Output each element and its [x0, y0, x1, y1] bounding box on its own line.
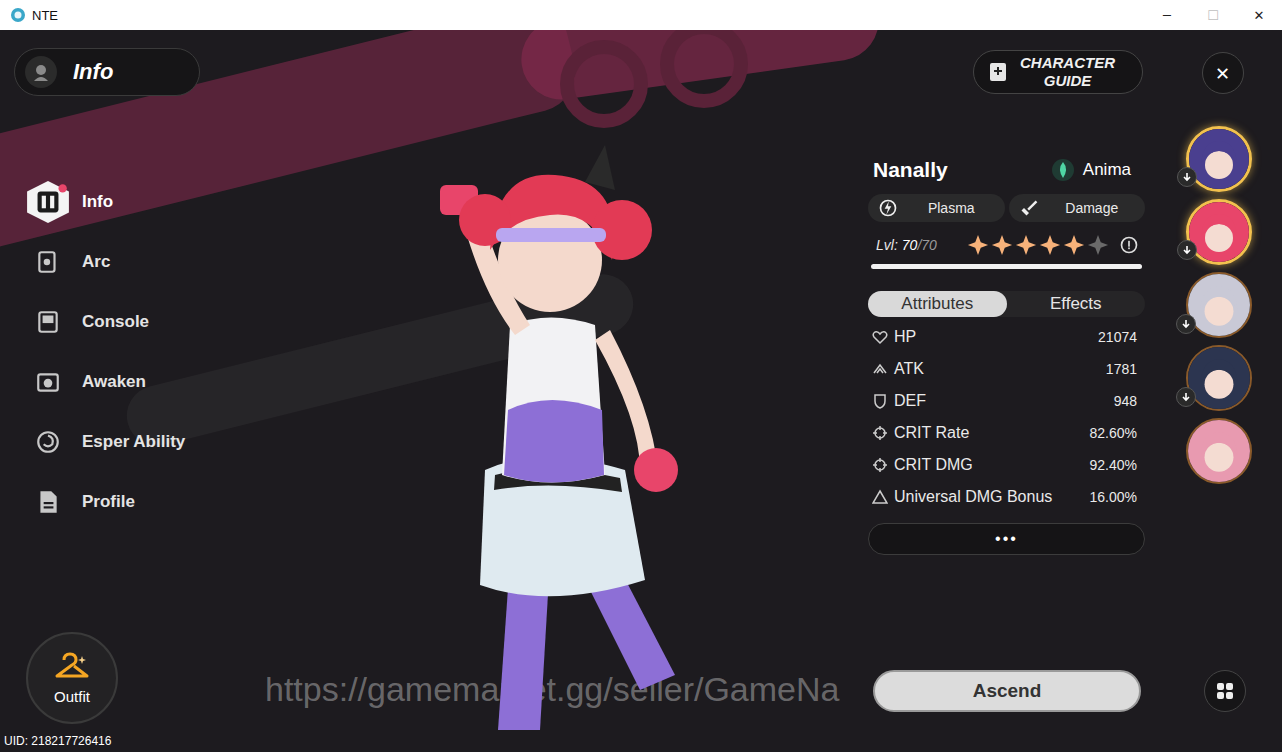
window-control-button[interactable]: ✕ — [1236, 0, 1282, 30]
character-tag: Plasma — [868, 194, 1005, 222]
down-arrow-icon — [1181, 244, 1193, 256]
triangle-icon — [872, 489, 888, 505]
star-icon — [1087, 234, 1109, 256]
star-icon — [1039, 234, 1061, 256]
character-roster — [1186, 126, 1252, 484]
download-badge — [1176, 314, 1196, 334]
download-badge — [1177, 240, 1197, 260]
hanger-icon — [52, 652, 92, 684]
character-avatar[interactable] — [1186, 126, 1252, 192]
document-icon — [35, 489, 61, 515]
down-arrow-icon — [1180, 391, 1192, 403]
tab-bar: AttributesEffects — [868, 291, 1145, 317]
plasma-icon — [878, 198, 898, 218]
attack-icon — [872, 361, 888, 377]
level-bar — [871, 264, 1142, 269]
grid-menu-button[interactable] — [1204, 670, 1246, 712]
stat-row: CRIT Rate82.60% — [868, 417, 1145, 449]
character-tag: Damage — [1009, 194, 1146, 222]
stat-list: HP21074ATK1781DEF948CRIT Rate82.60%CRIT … — [868, 321, 1145, 513]
crosshair-icon — [872, 457, 888, 473]
character-avatar[interactable] — [1186, 199, 1252, 265]
character-guide-button[interactable]: CHARACTERGUIDE — [973, 50, 1143, 94]
tab[interactable]: Attributes — [868, 291, 1007, 317]
crosshair-icon — [872, 425, 888, 441]
stat-row: ATK1781 — [868, 353, 1145, 385]
character-portrait-icon — [1188, 347, 1250, 409]
download-badge — [1176, 387, 1196, 407]
disc-icon — [35, 249, 61, 275]
console-icon — [35, 309, 61, 335]
uid-label: UID: 218217726416 — [4, 734, 230, 748]
star-icon — [1015, 234, 1037, 256]
nav-item[interactable]: Info — [14, 172, 230, 232]
stat-row: HP21074 — [868, 321, 1145, 353]
sword-icon — [1019, 198, 1039, 218]
character-name: Nanally — [873, 158, 948, 182]
character-portrait-icon — [1189, 202, 1249, 262]
character-model — [390, 90, 750, 730]
shield-icon — [872, 393, 888, 409]
avatar-icon — [31, 62, 51, 82]
info-icon[interactable] — [1119, 235, 1139, 255]
tab[interactable]: Effects — [1007, 291, 1146, 317]
game-window: NTE─☐✕https://gamemarket.gg/seller/GameN… — [0, 0, 1282, 752]
window-title: NTE — [32, 8, 58, 23]
character-portrait-icon — [1189, 129, 1249, 189]
download-badge — [1177, 167, 1197, 187]
camera-icon — [35, 369, 61, 395]
window-control-button[interactable]: ☐ — [1190, 0, 1236, 30]
page-title: Info — [14, 48, 200, 96]
star-rating — [967, 234, 1139, 256]
title-bar: NTE ─☐✕ — [0, 0, 1282, 30]
nav-item[interactable]: Arc — [14, 232, 230, 292]
character-avatar[interactable] — [1186, 418, 1252, 484]
element-label: Anima — [1051, 158, 1131, 182]
character-portrait-icon — [1188, 274, 1250, 336]
nav-item[interactable]: Profile — [14, 472, 230, 532]
heart-icon — [872, 329, 888, 345]
down-arrow-icon — [1181, 171, 1193, 183]
nav-item[interactable]: Console — [14, 292, 230, 352]
watermark: https://gamemarket.gg/seller/GameNa — [265, 670, 839, 709]
anima-icon — [1051, 158, 1075, 182]
character-avatar[interactable] — [1186, 345, 1252, 411]
outfit-button[interactable]: Outfit — [26, 632, 118, 724]
character-avatar[interactable] — [1186, 272, 1252, 338]
level-label: Lvl:70/70 — [876, 237, 937, 253]
nav-item[interactable]: Esper Ability — [14, 412, 230, 472]
down-arrow-icon — [1180, 318, 1192, 330]
star-icon — [1063, 234, 1085, 256]
more-button[interactable]: ••• — [868, 523, 1145, 555]
grid-icon — [1215, 681, 1235, 701]
ascend-button[interactable]: Ascend — [873, 670, 1141, 712]
nav-badge-icon — [25, 179, 71, 225]
swirl-icon — [35, 429, 61, 455]
stat-row: Universal DMG Bonus16.00% — [868, 481, 1145, 513]
game-area: https://gamemarket.gg/seller/GameNaInfoI… — [0, 30, 1282, 752]
stat-row: CRIT DMG92.40% — [868, 449, 1145, 481]
star-icon — [967, 234, 989, 256]
stat-row: DEF948 — [868, 385, 1145, 417]
star-icon — [991, 234, 1013, 256]
character-portrait-icon — [1188, 420, 1250, 482]
side-nav: InfoArcConsoleAwakenEsper AbilityProfile — [14, 172, 230, 532]
nav-item[interactable]: Awaken — [14, 352, 230, 412]
window-control-button[interactable]: ─ — [1144, 0, 1190, 30]
app-icon — [10, 7, 26, 23]
book-icon — [986, 60, 1010, 84]
close-button[interactable]: ✕ — [1202, 52, 1244, 94]
